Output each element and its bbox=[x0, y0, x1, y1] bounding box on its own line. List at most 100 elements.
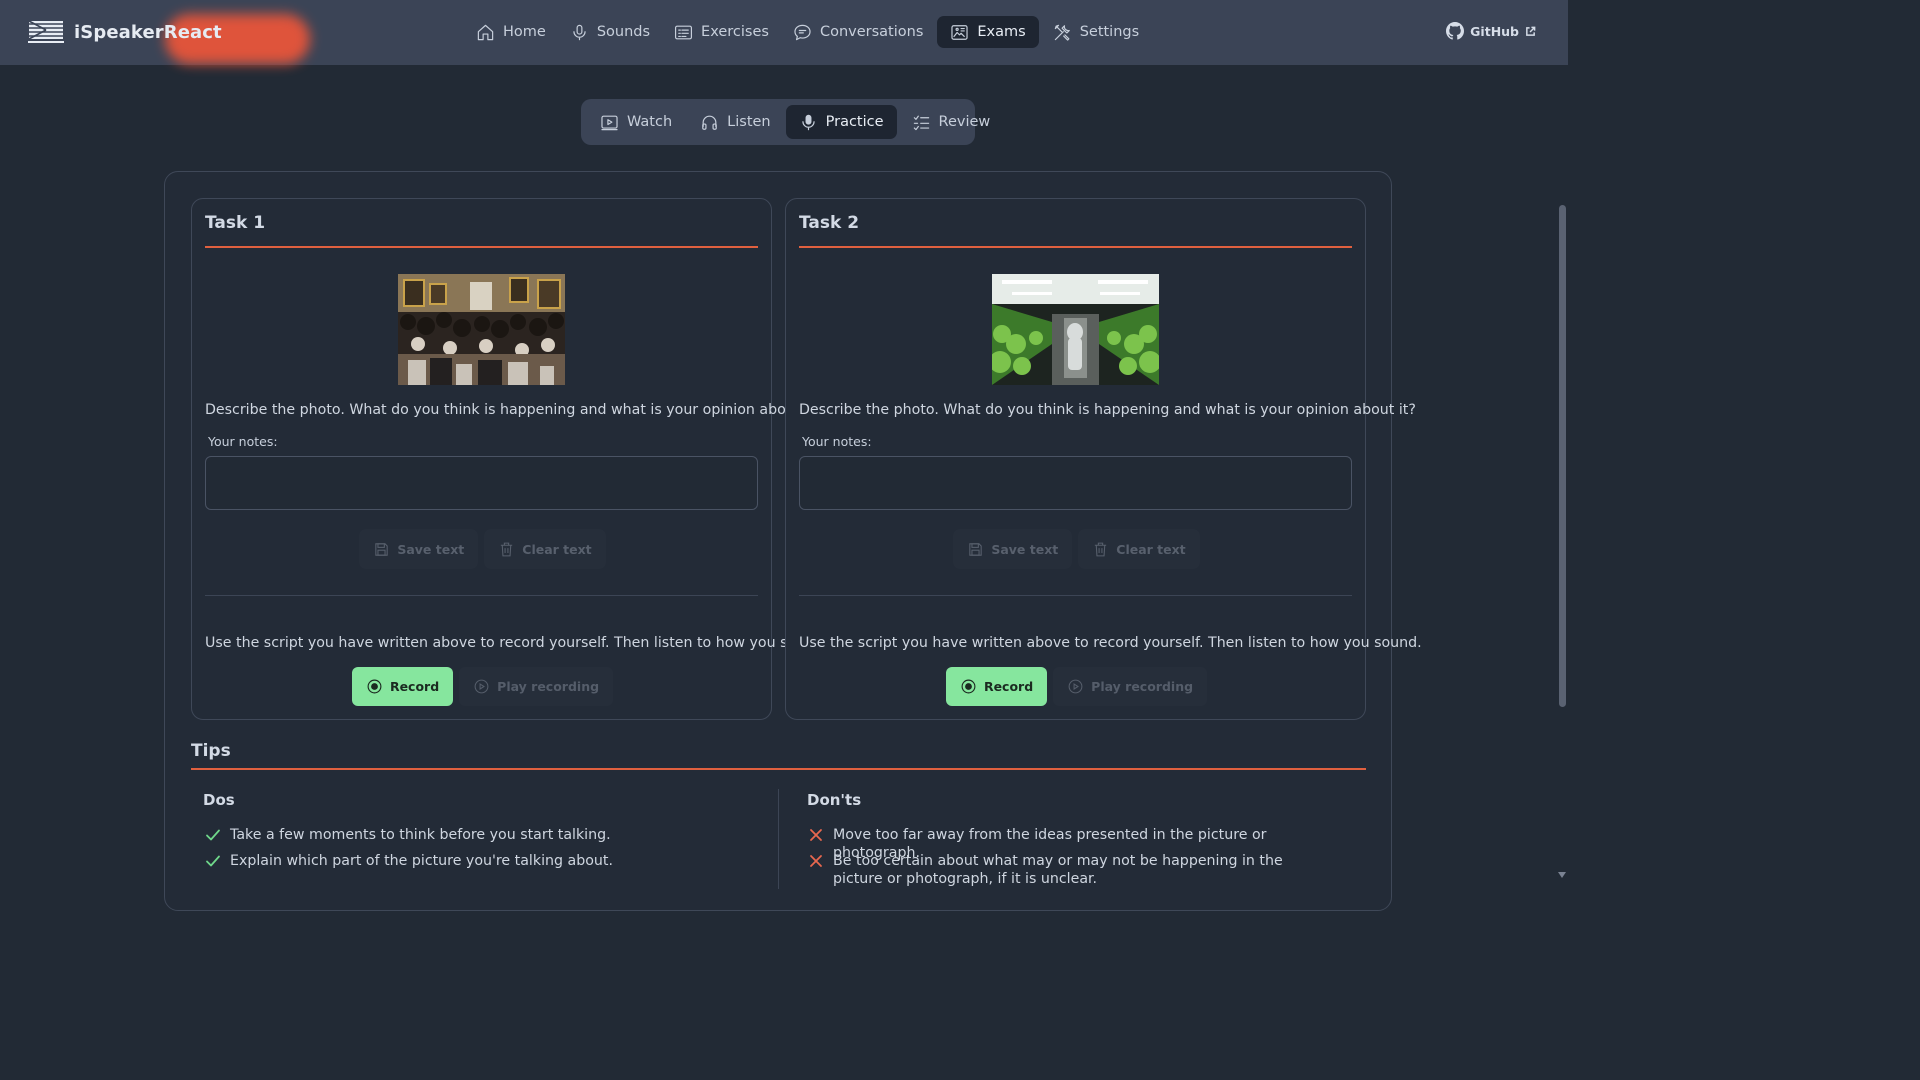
dos-heading: Dos bbox=[203, 791, 235, 809]
record-instruction: Use the script you have written above to… bbox=[205, 635, 828, 651]
home-icon bbox=[477, 24, 494, 40]
notes-label: Your notes: bbox=[208, 434, 278, 449]
nav-item-home[interactable]: Home bbox=[466, 16, 556, 48]
tab-review[interactable]: Review bbox=[899, 105, 1004, 139]
brand-link[interactable]: iSpeakerReact bbox=[26, 19, 222, 45]
video-icon bbox=[601, 115, 618, 130]
dont-tip-item: Be too certain about what may or may not… bbox=[808, 852, 1308, 888]
cross-icon bbox=[810, 829, 822, 841]
save-text-label: Save text bbox=[397, 541, 465, 557]
page-scrollbar[interactable] bbox=[1556, 65, 1568, 882]
task-prompt: Describe the photo. What do you think is… bbox=[799, 402, 1416, 418]
github-link[interactable]: GitHub bbox=[1446, 22, 1536, 40]
museum-crowd-photo bbox=[398, 274, 565, 385]
tab-practice[interactable]: Practice bbox=[785, 105, 897, 139]
github-label: GitHub bbox=[1470, 23, 1519, 39]
save-icon bbox=[375, 542, 389, 556]
clear-text-button[interactable]: Clear text bbox=[484, 529, 606, 569]
dont-tip-text: Be too certain about what may or may not… bbox=[833, 853, 1283, 887]
task-title-underline bbox=[799, 246, 1352, 248]
image-card-icon bbox=[951, 24, 968, 40]
scroll-down-arrow-icon[interactable] bbox=[1558, 872, 1566, 878]
task-prompt: Describe the photo. What do you think is… bbox=[205, 402, 822, 418]
check-icon bbox=[206, 829, 220, 841]
microphone-icon bbox=[573, 24, 586, 40]
tools-icon bbox=[1054, 24, 1070, 41]
save-text-button[interactable]: Save text bbox=[359, 529, 479, 569]
task-card: Task 1 Describe the photo. What do you t… bbox=[191, 198, 828, 720]
nav-label: Settings bbox=[1079, 24, 1140, 40]
microphone-icon bbox=[801, 114, 815, 130]
notes-label: Your notes: bbox=[802, 434, 872, 449]
trash-icon bbox=[501, 542, 513, 556]
record-button[interactable]: Record bbox=[945, 667, 1048, 706]
nav-item-sounds[interactable]: Sounds bbox=[560, 16, 660, 48]
save-text-label: Save text bbox=[991, 541, 1059, 557]
list-card-icon bbox=[675, 25, 693, 39]
clear-text-button[interactable]: Clear text bbox=[1078, 529, 1200, 569]
do-tip-item: Explain which part of the picture you're… bbox=[205, 852, 613, 870]
recording-actions: Record Play recording bbox=[786, 667, 1367, 706]
record-instruction: Use the script you have written above to… bbox=[799, 635, 1422, 651]
task-title-underline bbox=[205, 246, 758, 248]
github-icon bbox=[1446, 22, 1465, 40]
trash-icon bbox=[1095, 542, 1107, 556]
nav-item-conversations[interactable]: Conversations bbox=[783, 16, 933, 48]
section-divider bbox=[205, 595, 758, 596]
record-icon bbox=[367, 679, 382, 694]
nav-label: Conversations bbox=[819, 24, 924, 40]
tab-label: Listen bbox=[727, 114, 771, 130]
nav-item-exercises[interactable]: Exercises bbox=[664, 16, 779, 48]
notes-textarea[interactable] bbox=[799, 456, 1352, 510]
external-link-icon bbox=[1526, 26, 1536, 36]
top-navbar: iSpeakerReact Home Sounds Exercises Conv… bbox=[0, 0, 1568, 65]
tab-label: Review bbox=[938, 114, 991, 130]
tab-label: Practice bbox=[825, 114, 884, 130]
cross-icon bbox=[810, 855, 822, 867]
flag-logo-icon bbox=[26, 19, 66, 45]
record-icon bbox=[961, 679, 976, 694]
task-title: Task 1 bbox=[205, 213, 266, 233]
headphones-icon bbox=[702, 115, 717, 130]
tab-label: Watch bbox=[627, 114, 673, 130]
nav-item-exams[interactable]: Exams bbox=[937, 16, 1039, 48]
play-recording-label: Play recording bbox=[1091, 679, 1194, 694]
chat-bubble-icon bbox=[794, 24, 811, 40]
nav-label: Sounds bbox=[596, 24, 651, 40]
clear-text-label: Clear text bbox=[522, 541, 592, 557]
indoor-farm-photo bbox=[992, 274, 1159, 385]
tips-column-divider bbox=[778, 789, 779, 889]
nav-label: Home bbox=[503, 24, 546, 40]
record-label: Record bbox=[389, 679, 440, 694]
nav-item-settings[interactable]: Settings bbox=[1043, 16, 1149, 48]
play-circle-icon bbox=[474, 679, 489, 694]
play-recording-label: Play recording bbox=[497, 679, 600, 694]
play-recording-button[interactable]: Play recording bbox=[1053, 667, 1208, 706]
notes-actions: Save text Clear text bbox=[786, 529, 1367, 569]
task-title: Task 2 bbox=[799, 213, 860, 233]
do-tip-text: Explain which part of the picture you're… bbox=[230, 853, 613, 869]
checklist-icon bbox=[913, 115, 929, 130]
play-recording-button[interactable]: Play recording bbox=[459, 667, 614, 706]
scrollbar-thumb[interactable] bbox=[1559, 205, 1566, 707]
main-nav: Home Sounds Exercises Conversations Exam… bbox=[466, 16, 1149, 48]
play-circle-icon bbox=[1068, 679, 1083, 694]
section-divider bbox=[799, 595, 1352, 596]
record-button[interactable]: Record bbox=[351, 667, 454, 706]
nav-label: Exams bbox=[977, 24, 1026, 40]
do-tip-item: Take a few moments to think before you s… bbox=[205, 826, 611, 844]
tips-heading: Tips bbox=[191, 741, 231, 761]
tab-watch[interactable]: Watch bbox=[587, 105, 685, 139]
save-icon bbox=[969, 542, 983, 556]
nav-label: Exercises bbox=[701, 24, 769, 40]
notes-textarea[interactable] bbox=[205, 456, 758, 510]
donts-heading: Don'ts bbox=[807, 791, 862, 809]
notes-actions: Save text Clear text bbox=[192, 529, 773, 569]
save-text-button[interactable]: Save text bbox=[953, 529, 1073, 569]
task-card: Task 2 Describe the photo. What do you t… bbox=[785, 198, 1422, 720]
tips-underline bbox=[191, 768, 1366, 770]
record-label: Record bbox=[983, 679, 1034, 694]
clear-text-label: Clear text bbox=[1116, 541, 1186, 557]
recording-actions: Record Play recording bbox=[192, 667, 773, 706]
tab-listen[interactable]: Listen bbox=[687, 105, 783, 139]
